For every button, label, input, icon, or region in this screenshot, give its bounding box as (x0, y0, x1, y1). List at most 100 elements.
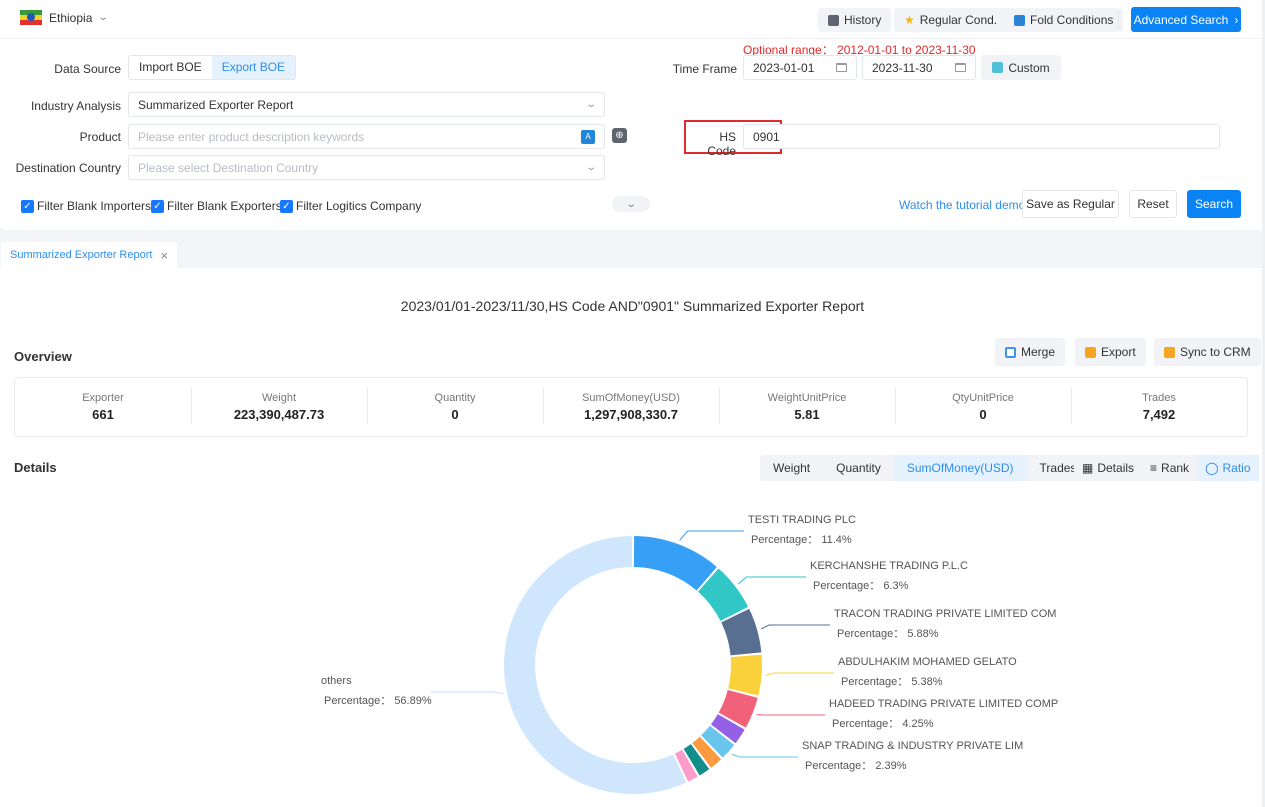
report-title: 2023/01/01-2023/11/30,HS Code AND"0901" … (400, 298, 865, 314)
label-leader-line (765, 672, 834, 677)
slice-label-percentage: Percentage： 4.25% (832, 718, 934, 730)
slice-label-percentage: Percentage： 11.4% (751, 534, 852, 546)
country-selector[interactable]: Ethiopia ⌄ (20, 10, 110, 25)
stat-exporter: Exporter 661 (15, 378, 191, 436)
chevron-down-icon: ⌄ (584, 99, 597, 110)
stat-key: Trades (1142, 392, 1176, 404)
tab-quantity[interactable]: Quantity (823, 455, 894, 481)
custom-icon (992, 62, 1004, 73)
tab-rank[interactable]: ≡ Rank (1142, 455, 1197, 481)
filter-blank-exporters-checkbox[interactable]: ✓ Filter Blank Exporters (151, 199, 282, 213)
industry-analysis-value: Summarized Exporter Report (138, 97, 294, 112)
tab-weight[interactable]: Weight (760, 455, 823, 481)
advanced-search-button[interactable]: Advanced Search › (1131, 7, 1241, 32)
donut-slice[interactable] (503, 536, 687, 794)
export-boe-option[interactable]: Export BOE (211, 56, 296, 79)
chevron-down-icon: ⌄ (97, 12, 110, 23)
export-button[interactable]: Export (1075, 338, 1146, 366)
slice-label-name: ABDULHAKIM MOHAMED GELATO (838, 656, 1017, 668)
destination-country-label: Destination Country (15, 161, 121, 175)
donut-slice[interactable] (633, 536, 717, 591)
tab-details[interactable]: ▦ Details (1074, 455, 1142, 481)
stat-key: WeightUnitPrice (767, 392, 847, 404)
stat-quantity: Quantity 0 (367, 378, 543, 436)
filter-label: Filter Blank Exporters (167, 199, 282, 213)
history-button[interactable]: History (818, 8, 892, 32)
checkbox-checked-icon: ✓ (280, 199, 293, 213)
fold-conditions-label: Fold Conditions (1030, 13, 1114, 27)
filter-label: Filter Blank Importers (37, 199, 152, 213)
folder-icon (1164, 346, 1175, 358)
destination-country-select[interactable]: Please select Destination Country ⌄ (128, 155, 605, 180)
reset-button[interactable]: Reset (1129, 190, 1177, 218)
label-leader-line (731, 753, 798, 758)
calendar-icon (836, 63, 847, 72)
label-leader-line (760, 624, 830, 630)
overview-stats: Exporter 661 Weight 223,390,487.73 Quantit… (14, 377, 1248, 437)
slice-label-percentage: Percentage： 56.89% (324, 695, 432, 707)
search-mode-icon[interactable]: ⊕ (612, 128, 627, 143)
tab-details-label: Details (1097, 461, 1135, 475)
stat-weight-unit-price: WeightUnitPrice 5.81 (719, 378, 895, 436)
report-panel: 2023/01/01-2023/11/30,HS Code AND"0901" … (0, 268, 1265, 807)
donut-slice[interactable] (728, 654, 762, 696)
hs-code-label: HS Code (707, 130, 736, 158)
translate-icon[interactable]: A (581, 129, 595, 144)
details-title: Details (14, 460, 57, 475)
stat-key: Quantity (434, 392, 476, 404)
filter-logistics-company-checkbox[interactable]: ✓ Filter Logitics Company (280, 199, 421, 213)
product-label: Product (79, 130, 121, 144)
product-input[interactable]: Please enter product description keyword… (128, 124, 605, 149)
date-end-input[interactable]: 2023-11-30 (862, 55, 976, 80)
date-start-input[interactable]: 2023-01-01 (743, 55, 857, 80)
tab-sum-of-money[interactable]: SumOfMoney(USD) (893, 455, 1027, 481)
close-icon[interactable]: × (160, 248, 168, 263)
stat-value: 0 (451, 407, 459, 422)
rank-icon: ≡ (1150, 461, 1158, 475)
slice-label-percentage: Percentage： 6.3% (813, 580, 909, 592)
tab-summarized-exporter-report[interactable]: Summarized Exporter Report × (1, 242, 178, 268)
tab-ratio[interactable]: ◯ Ratio (1197, 455, 1259, 481)
stat-value: 661 (92, 407, 114, 422)
sync-to-crm-button[interactable]: Sync to CRM (1154, 338, 1261, 366)
industry-analysis-select[interactable]: Summarized Exporter Report ⌄ (128, 92, 605, 117)
fold-conditions-button[interactable]: Fold Conditions (1004, 8, 1124, 32)
custom-range-button[interactable]: Custom (981, 55, 1061, 80)
merge-button[interactable]: Merge (995, 338, 1066, 366)
table-icon: ▦ (1082, 461, 1094, 475)
hs-code-input[interactable]: 0901 (743, 124, 1220, 149)
star-icon: ★ (904, 13, 915, 27)
label-leader-line (738, 576, 806, 585)
slice-label-name: TESTI TRADING PLC (748, 514, 856, 526)
expand-more-button[interactable]: ⌄ (612, 196, 650, 212)
product-placeholder: Please enter product description keyword… (138, 129, 365, 144)
stat-value: 1,297,908,330.7 (584, 407, 678, 422)
stat-value: 5.81 (794, 407, 820, 422)
checkbox-checked-icon: ✓ (21, 199, 34, 213)
time-frame-label: Time Frame (672, 62, 737, 76)
label-leader-line (431, 691, 504, 695)
chevron-right-icon: › (1234, 12, 1239, 27)
import-boe-option[interactable]: Import BOE (129, 56, 212, 79)
chevron-down-icon: ⌄ (625, 198, 637, 210)
search-button[interactable]: Search (1187, 190, 1241, 218)
slice-label-name: KERCHANSHE TRADING P.L.C (810, 560, 968, 572)
regular-cond-button[interactable]: ★ Regular Cond. (894, 8, 1008, 32)
ratio-donut-chart: TESTI TRADING PLC Percentage： 11.4% KERCHA… (321, 514, 1058, 794)
view-tabs: ▦ Details ≡ Rank ◯ Ratio (1074, 455, 1259, 481)
save-as-regular-button[interactable]: Save as Regular (1022, 190, 1119, 218)
report-tabs: Summarized Exporter Report × (0, 242, 1265, 268)
industry-analysis-label: Industry Analysis (30, 99, 121, 113)
slice-label-name: SNAP TRADING & INDUSTRY PRIVATE LIM (802, 740, 1023, 752)
slice-label-name: HADEED TRADING PRIVATE LIMITED COMP (829, 698, 1058, 710)
slice-label-percentage: Percentage： 5.38% (841, 676, 943, 688)
stat-key: Weight (261, 392, 297, 404)
tab-ratio-label: Ratio (1222, 461, 1251, 475)
stat-trades: Trades 7,492 (1071, 378, 1247, 436)
stat-value: 7,492 (1142, 407, 1176, 422)
hs-code-value: 0901 (753, 129, 780, 144)
tutorial-demo-link[interactable]: Watch the tutorial demo (899, 198, 1025, 212)
regular-cond-label: Regular Cond. (919, 13, 998, 27)
date-end-value: 2023-11-30 (872, 60, 933, 75)
filter-blank-importers-checkbox[interactable]: ✓ Filter Blank Importers (21, 199, 151, 213)
